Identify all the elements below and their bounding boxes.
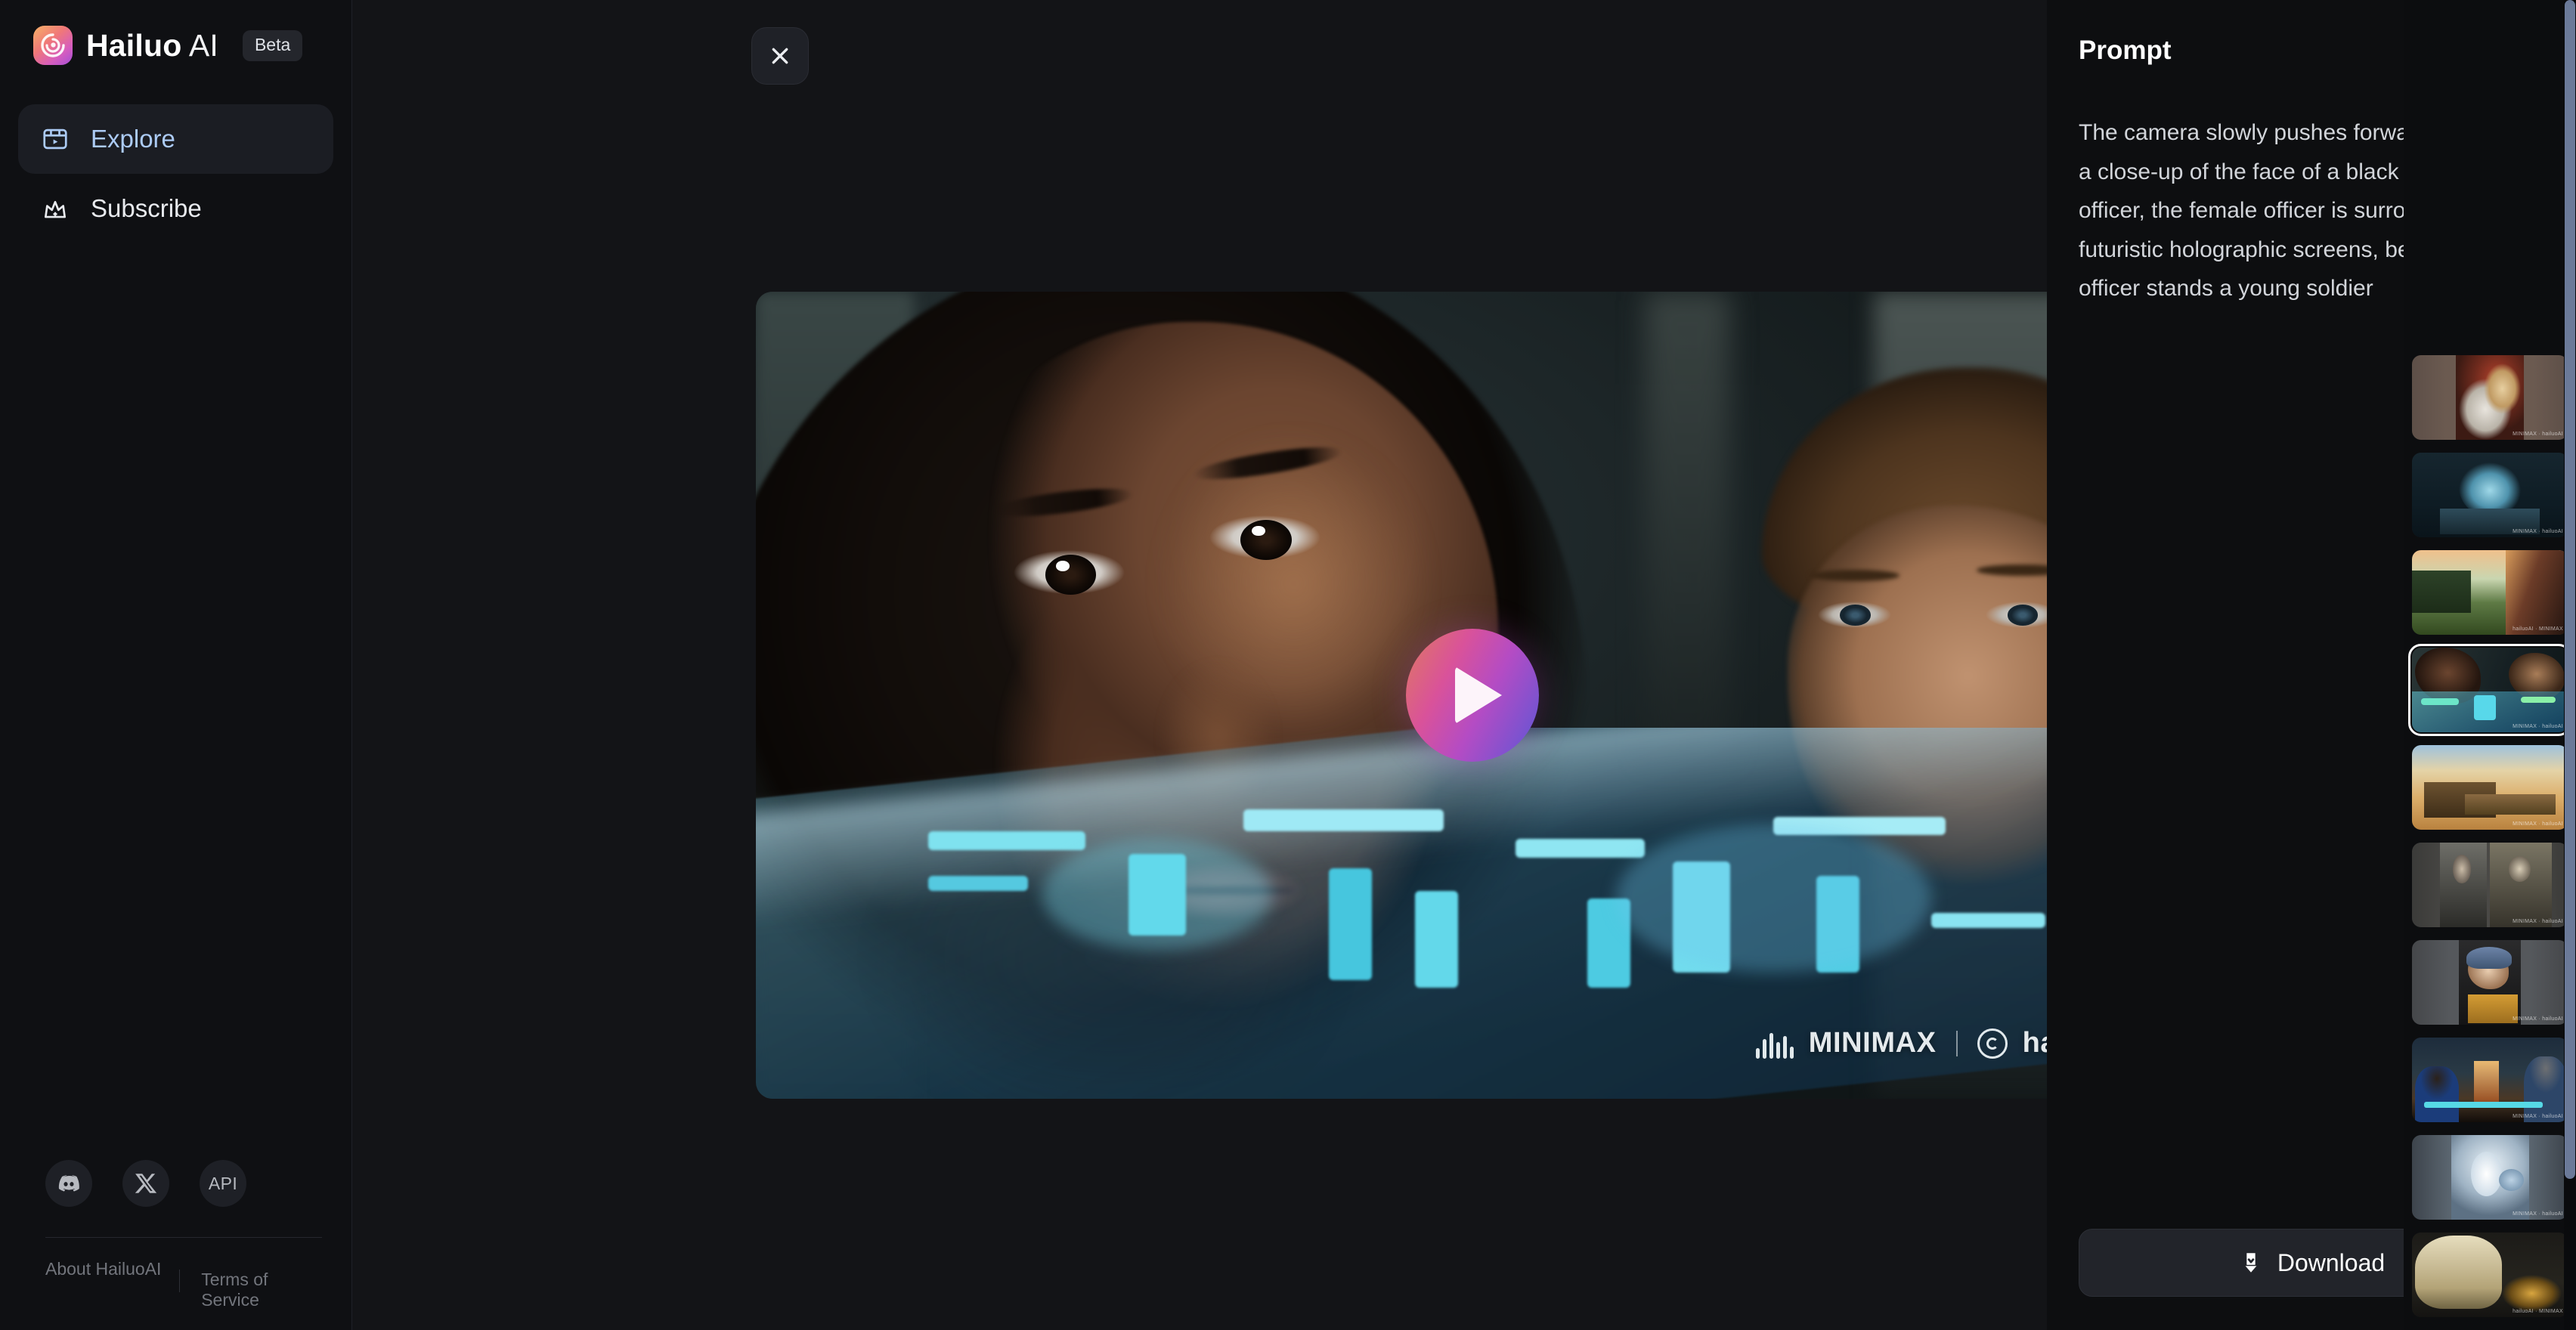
legal-links: About HailuoAI Terms of Service — [30, 1257, 322, 1310]
prompt-title: Prompt — [2079, 36, 2172, 65]
brand-name: Hailuo AI — [86, 28, 218, 63]
thumb-victorian-dress-cauldron[interactable]: hailuoAI · MINIMAX — [2412, 1233, 2568, 1317]
api-link[interactable]: API — [200, 1160, 246, 1207]
about-hailuoai-link[interactable]: About HailuoAI — [45, 1257, 179, 1281]
video-stage: MINIMAX hailuo AI — [352, 0, 2189, 1330]
scrollbar-thumb[interactable] — [2565, 0, 2575, 1179]
thumb-girl-window-sunset-field[interactable]: hailuoAI · MINIMAX — [2412, 550, 2568, 635]
social-links: API — [30, 1160, 322, 1207]
sidebar-item-label-subscribe: Subscribe — [91, 194, 202, 222]
close-button[interactable] — [751, 27, 809, 85]
hailuo-spiral-logo-icon — [33, 26, 73, 65]
beta-badge: Beta — [242, 29, 303, 61]
play-button[interactable] — [1406, 629, 1539, 762]
sidebar-item-explore[interactable]: Explore — [18, 104, 333, 174]
thumb-blue-furry-creature-kitchen[interactable]: MINIMAX · hailuoAI — [2412, 453, 2568, 537]
explore-window-play-icon — [39, 123, 71, 155]
prompt-panel: Prompt Copy The camera slowly pushes for… — [2047, 0, 2576, 1330]
crown-sparkle-icon — [39, 193, 71, 224]
sidebar-footer: API About HailuoAI Terms of Service — [0, 1160, 352, 1330]
thumbnail-scrollbar[interactable] — [2564, 0, 2576, 1330]
thumb-boy-with-white-dragon[interactable]: MINIMAX · hailuoAI — [2412, 355, 2568, 440]
thumb-vintage-portraits-einstein[interactable]: MINIMAX · hailuoAI — [2412, 843, 2568, 927]
brand-logo[interactable]: Hailuo AI Beta — [0, 0, 351, 65]
download-button-label: Download — [2277, 1248, 2386, 1276]
thumb-white-bunny-ice-rose[interactable]: MINIMAX · hailuoAI — [2412, 1135, 2568, 1220]
thumbnail-rail[interactable]: MINIMAX · hailuoAI MINIMAX · hailuoAI ha… — [2404, 0, 2576, 1330]
watermark-separator — [1955, 1030, 1958, 1056]
video-player[interactable]: MINIMAX hailuo AI — [756, 292, 2189, 1099]
sidebar: Hailuo AI Beta Explore Subscribe API Abo… — [0, 0, 352, 1330]
download-arrow-icon — [2245, 1253, 2257, 1273]
thumb-desert-temple-ruins[interactable]: MINIMAX · hailuoAI — [2412, 745, 2568, 830]
app-root: Hailuo AI Beta Explore Subscribe API Abo… — [0, 0, 2576, 1330]
discord-icon[interactable] — [45, 1160, 92, 1207]
audio-wave-icon — [1755, 1028, 1794, 1059]
sidebar-nav: Explore Subscribe — [0, 104, 351, 243]
thumb-officer-holographic-screens[interactable]: MINIMAX · hailuoAI — [2408, 644, 2571, 736]
terms-of-service-link[interactable]: Terms of Service — [180, 1270, 322, 1310]
sidebar-item-label-explore: Explore — [91, 125, 175, 153]
brand-name-light: AI — [181, 27, 218, 63]
watermark-hailuo-logo-icon — [1977, 1028, 2008, 1059]
x-twitter-icon[interactable] — [122, 1160, 169, 1207]
watermark-minimax-label: MINIMAX — [1808, 1027, 1937, 1059]
brand-name-bold: Hailuo — [86, 27, 182, 63]
thumb-boy-man-viewing-launch[interactable]: MINIMAX · hailuoAI — [2412, 1038, 2568, 1122]
play-triangle-icon — [1455, 667, 1502, 724]
footer-divider — [45, 1237, 322, 1238]
close-x-icon — [772, 48, 788, 64]
sidebar-item-subscribe[interactable]: Subscribe — [18, 174, 333, 243]
thumb-girl-with-pearl-earring[interactable]: MINIMAX · hailuoAI — [2412, 940, 2568, 1025]
